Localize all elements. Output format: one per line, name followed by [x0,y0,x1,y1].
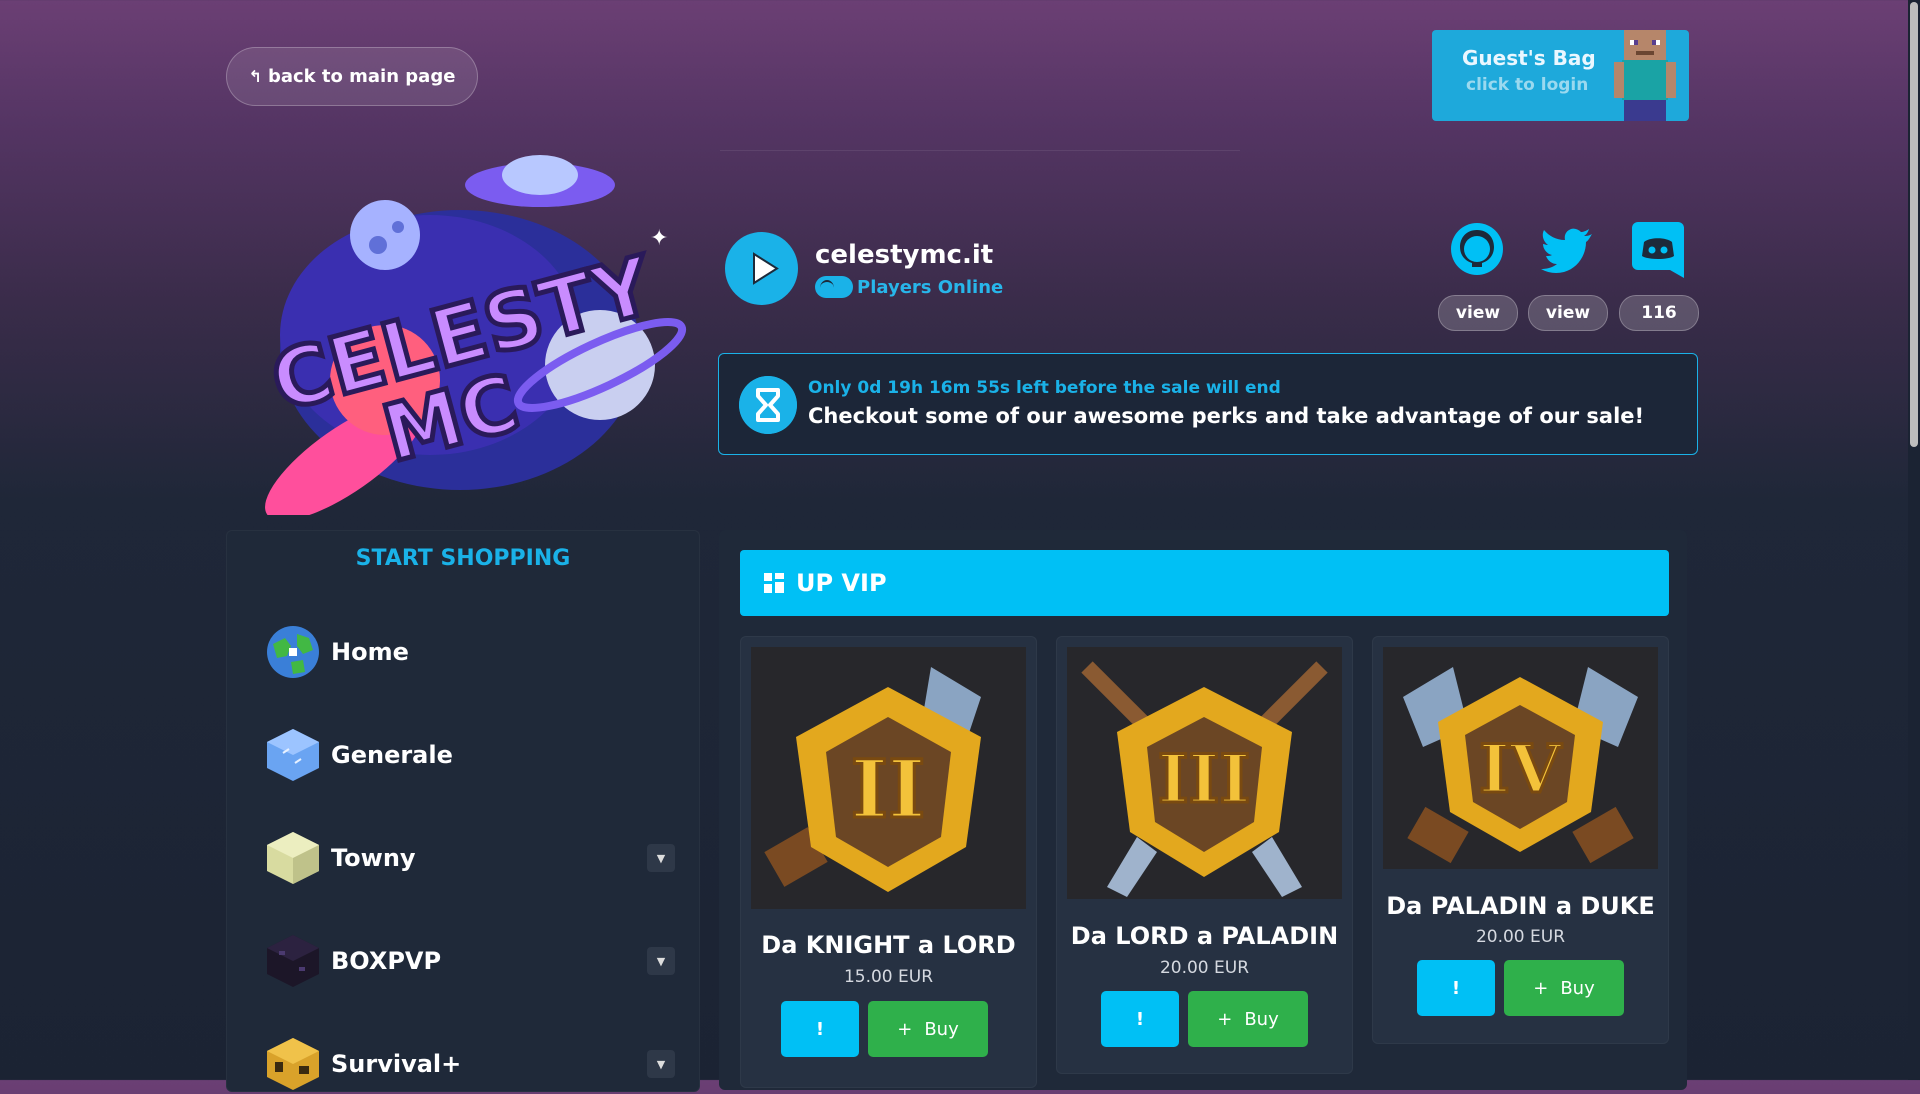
beehive-block-icon [267,1038,319,1090]
header-divider [720,150,1240,151]
celestymc-logo: CELESTY MC ✦ [260,155,687,515]
product-price: 15.00 EUR [843,967,934,987]
sidebar-item-generale[interactable]: Generale [265,725,665,785]
steve-avatar-icon [1614,30,1676,121]
discord-member-count: 116 [1641,303,1677,323]
rank-numeral: III [1158,740,1251,818]
play-icon [753,252,779,285]
plus-icon: + [1533,977,1549,999]
guest-bag-title: Guest's Bag [1462,46,1596,70]
reply-arrow-icon: ↰ [248,67,262,86]
info-button-label: ! [1451,977,1461,999]
product-card: III Da LORD a PALADIN 20.00 EUR ! + Buy [1056,636,1353,1074]
buy-button-label: Buy [924,1018,959,1040]
product-info-button[interactable]: ! [781,1001,859,1057]
sidebar-item-label: Generale [331,741,453,769]
sidebar-item-label: Towny [331,844,416,872]
back-to-main-button[interactable]: ↰ back to main page [226,47,478,106]
sidebar-title: START SHOPPING [355,546,571,571]
product-price: 20.00 EUR [1159,958,1250,978]
twitter-view-label: view [1545,303,1591,323]
category-header: UP VIP [740,550,1669,616]
sale-banner: Only 0d 19h 16m 55s left before the sale… [718,353,1698,455]
chevron-down-icon[interactable]: ▼ [647,844,675,872]
ice-block-icon [267,729,319,781]
github-view-label: view [1455,303,1501,323]
buy-button[interactable]: + Buy [1188,991,1308,1047]
rank-numeral: II [851,742,926,836]
discord-count-button[interactable]: 116 [1619,295,1699,331]
product-name: Da LORD a PALADIN [1070,922,1339,950]
plus-icon: + [897,1018,913,1040]
sidebar-item-label: Home [331,638,409,666]
product-card: IV Da PALADIN a DUKE 20.00 EUR ! + Buy [1372,636,1669,1044]
chevron-down-icon[interactable]: ▼ [647,947,675,975]
info-button-label: ! [1135,1008,1145,1030]
discord-icon[interactable] [1630,220,1688,278]
play-button[interactable] [725,232,798,305]
rank-ii-badge-icon: II [751,647,1026,909]
rank-iii-badge-icon: III [1067,647,1342,899]
back-button-label: back to main page [267,66,456,87]
sale-countdown: Only 0d 19h 16m 55s left before the sale… [808,378,1281,398]
product-info-button[interactable]: ! [1417,960,1495,1016]
twitter-view-button[interactable]: view [1528,295,1608,331]
sidebar-item-boxpvp[interactable]: BOXPVP ▼ [265,931,675,991]
product-info-button[interactable]: ! [1101,991,1179,1047]
sidebar-item-survival-plus[interactable]: Survival+ ▼ [265,1034,675,1094]
twitter-icon[interactable] [1538,222,1596,280]
sidebar-item-home[interactable]: Home [265,622,665,682]
sale-message: Checkout some of our awesome perks and t… [808,404,1645,428]
hourglass-icon [739,376,797,434]
guest-bag-button[interactable]: Guest's Bag click to login [1432,30,1689,121]
online-indicator-icon [815,276,853,298]
endstone-block-icon [267,832,319,884]
page-scrollbar[interactable] [1908,0,1920,1080]
buy-button-label: Buy [1244,1008,1279,1030]
sidebar-item-label: BOXPVP [331,947,442,975]
buy-button[interactable]: + Buy [868,1001,988,1057]
buy-button[interactable]: + Buy [1504,960,1624,1016]
sidebar-item-towny[interactable]: Towny ▼ [265,828,675,888]
product-name: Da KNIGHT a LORD [761,931,1016,959]
product-name: Da PALADIN a DUKE [1386,892,1655,920]
product-card: II Da KNIGHT a LORD 15.00 EUR ! + Buy [740,636,1037,1088]
server-address[interactable]: celestymc.it [815,240,993,270]
sidebar: START SHOPPING Home Generale Towny ▼ BOX… [226,530,700,1092]
scrollbar-thumb[interactable] [1910,2,1918,447]
chevron-down-icon[interactable]: ▼ [647,1050,675,1078]
info-button-label: ! [815,1018,825,1040]
rank-numeral: IV [1479,730,1563,808]
globe-icon [267,626,319,678]
guest-bag-subtitle: click to login [1466,75,1589,95]
obsidian-block-icon [267,935,319,987]
sidebar-item-label: Survival+ [331,1050,462,1078]
players-online-label: Players Online [857,276,1004,298]
players-online: Players Online [815,276,1003,298]
svg-text:✦: ✦ [650,226,668,251]
github-view-button[interactable]: view [1438,295,1518,331]
plus-icon: + [1217,1008,1233,1030]
category-title: UP VIP [796,569,887,597]
rank-iv-badge-icon: IV [1383,647,1658,869]
buy-button-label: Buy [1560,977,1595,999]
grid-icon [764,573,784,593]
github-icon[interactable] [1448,220,1506,278]
product-price: 20.00 EUR [1475,927,1566,947]
